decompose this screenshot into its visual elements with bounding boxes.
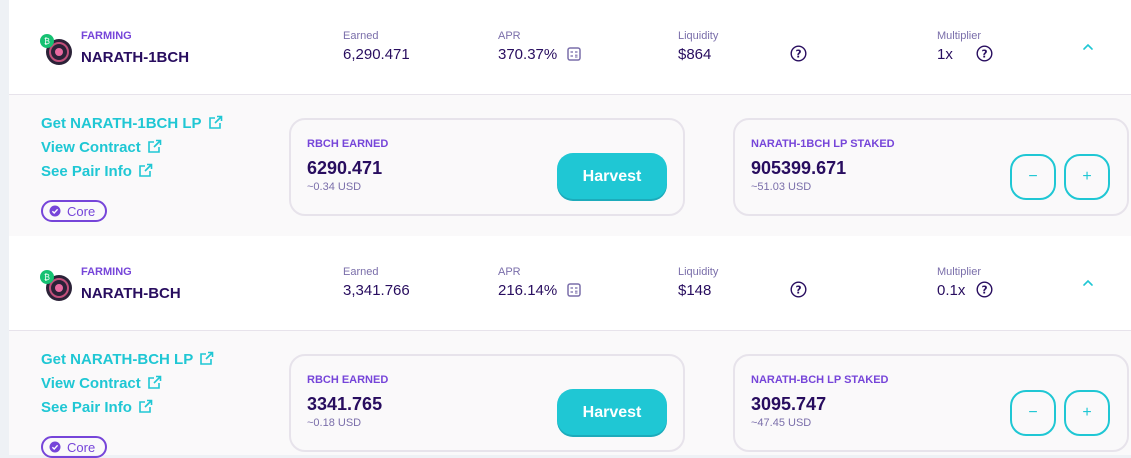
pair-name: NARATH-1BCH xyxy=(81,49,190,66)
earned-card-title: RBCH EARNED xyxy=(307,374,389,386)
staked-usd: ~47.45 USD xyxy=(751,417,812,429)
apr-value-wrap: 216.14% xyxy=(498,282,582,299)
multiplier-value: 0.1x xyxy=(937,282,966,299)
earned-value: 6,290.471 xyxy=(343,46,410,63)
staked-card-title: NARATH-1BCH LP STAKED xyxy=(751,138,895,150)
token-pair-icon: ₿ xyxy=(40,270,72,301)
svg-text:?: ? xyxy=(795,284,801,296)
earned-label: Earned xyxy=(343,266,379,278)
chevron-up-icon[interactable] xyxy=(1081,42,1095,52)
help-icon[interactable]: ? xyxy=(976,45,993,62)
liquidity-label: Liquidity xyxy=(678,266,719,278)
harvest-button[interactable]: Harvest xyxy=(557,153,667,201)
earned-label: Earned xyxy=(343,30,379,42)
earned-card-title: RBCH EARNED xyxy=(307,138,389,150)
multiplier-label: Multiplier xyxy=(937,30,982,42)
svg-text:?: ? xyxy=(795,48,801,60)
staked-usd: ~51.03 USD xyxy=(751,181,812,193)
help-icon[interactable]: ? xyxy=(976,281,993,298)
svg-text:₿: ₿ xyxy=(44,273,50,282)
view-contract-link[interactable]: View Contract xyxy=(41,375,162,392)
help-icon[interactable]: ? xyxy=(790,281,807,298)
liquidity-value: $864 xyxy=(678,46,712,63)
staked-amount: 3095.747 xyxy=(751,394,827,414)
earned-value: 3,341.766 xyxy=(343,282,410,299)
earned-amount: 3341.765 xyxy=(307,394,383,414)
earned-amount: 6290.471 xyxy=(307,158,383,178)
core-tag-label: Core xyxy=(67,203,96,219)
apr-value-wrap: 370.37% xyxy=(498,46,582,63)
core-tag: Core xyxy=(41,200,107,222)
farming-label: FARMING xyxy=(81,30,132,42)
apr-value: 370.37% xyxy=(498,46,558,63)
unstake-minus-button[interactable]: − xyxy=(1010,154,1056,200)
external-link-icon xyxy=(147,375,162,389)
svg-text:₿: ₿ xyxy=(44,37,50,46)
help-icon[interactable]: ? xyxy=(790,45,807,62)
earned-usd: ~0.34 USD xyxy=(307,181,362,193)
staked-card-title: NARATH-BCH LP STAKED xyxy=(751,374,889,386)
pair-info-link[interactable]: See Pair Info xyxy=(41,399,153,416)
verified-icon xyxy=(49,441,61,453)
liquidity-label: Liquidity xyxy=(678,30,719,42)
external-link-icon xyxy=(139,399,153,413)
liquidity-value: $148 xyxy=(678,282,712,299)
farming-label: FARMING xyxy=(81,266,132,278)
calculator-icon[interactable] xyxy=(567,47,582,61)
pair-name: NARATH-BCH xyxy=(81,285,181,302)
stake-plus-button[interactable]: + xyxy=(1064,390,1110,436)
multiplier-label: Multiplier xyxy=(937,266,982,278)
unstake-minus-button[interactable]: − xyxy=(1010,390,1056,436)
chevron-up-icon[interactable] xyxy=(1081,278,1095,288)
svg-text:?: ? xyxy=(981,48,987,60)
harvest-button[interactable]: Harvest xyxy=(557,389,667,437)
get-lp-link[interactable]: Get NARATH-1BCH LP xyxy=(41,115,223,132)
apr-label: APR xyxy=(498,30,521,42)
earned-usd: ~0.18 USD xyxy=(307,417,362,429)
apr-value: 216.14% xyxy=(498,282,558,299)
external-link-icon xyxy=(200,351,214,365)
get-lp-link[interactable]: Get NARATH-BCH LP xyxy=(41,351,214,368)
pair-info-link[interactable]: See Pair Info xyxy=(41,163,153,180)
apr-label: APR xyxy=(498,266,521,278)
staked-amount: 905399.671 xyxy=(751,158,847,178)
external-link-icon xyxy=(208,115,222,129)
multiplier-value: 1x xyxy=(937,46,953,63)
external-link-icon xyxy=(139,163,153,177)
view-contract-link[interactable]: View Contract xyxy=(41,139,162,156)
token-pair-icon: ₿ xyxy=(40,34,72,65)
calculator-icon[interactable] xyxy=(567,283,582,297)
external-link-icon xyxy=(147,139,162,153)
core-tag-label: Core xyxy=(67,439,96,455)
verified-icon xyxy=(49,205,61,217)
svg-text:?: ? xyxy=(981,284,987,296)
stake-plus-button[interactable]: + xyxy=(1064,154,1110,200)
